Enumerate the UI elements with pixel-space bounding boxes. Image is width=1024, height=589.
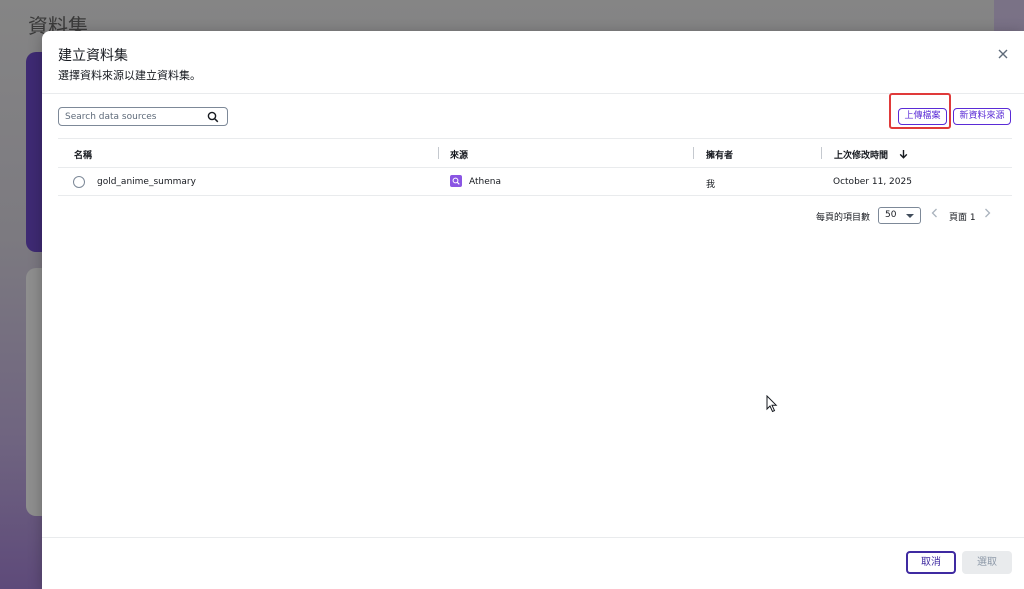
chevron-left-icon — [931, 208, 937, 218]
new-data-source-button[interactable]: 新資料來源 — [953, 108, 1011, 125]
divider — [42, 93, 1024, 94]
close-button[interactable] — [994, 45, 1012, 63]
last-modified-date: October 11, 2025 — [833, 177, 912, 187]
column-separator[interactable] — [821, 147, 822, 159]
column-header-source[interactable]: 來源 — [450, 148, 468, 161]
previous-page-button[interactable] — [931, 208, 938, 221]
data-source-name: Athena — [469, 177, 501, 187]
search-field[interactable] — [58, 107, 228, 126]
modal-title: 建立資料集 — [58, 48, 128, 64]
table-header: 名稱 來源 擁有者 上次修改時間 — [58, 139, 1012, 167]
upload-file-button[interactable]: 上傳檔案 — [898, 108, 947, 125]
modal-subtitle: 選擇資料來源以建立資料集。 — [58, 69, 201, 82]
dataset-name: gold_anime_summary — [97, 177, 196, 187]
row-select-radio[interactable] — [73, 176, 85, 188]
mouse-cursor-icon — [766, 395, 778, 413]
cancel-button[interactable]: 取消 — [906, 551, 956, 574]
divider — [42, 537, 1024, 538]
divider — [58, 195, 1012, 196]
column-header-last-modified-label: 上次修改時間 — [834, 151, 889, 161]
column-header-last-modified[interactable]: 上次修改時間 — [834, 148, 908, 161]
close-icon — [998, 49, 1008, 59]
select-button[interactable]: 選取 — [962, 551, 1012, 574]
athena-icon — [450, 175, 462, 187]
page-size-label: 每頁的項目數 — [816, 213, 871, 223]
column-header-name[interactable]: 名稱 — [74, 148, 92, 161]
create-dataset-modal: 建立資料集 選擇資料來源以建立資料集。 上傳檔案 新資料來源 名稱 來源 擁有者… — [42, 31, 1024, 589]
column-header-owner[interactable]: 擁有者 — [706, 148, 733, 161]
chevron-right-icon — [985, 208, 991, 218]
sort-descending-icon — [899, 150, 908, 159]
table-row[interactable]: gold_anime_summary Athena 我 October 11, … — [58, 168, 1012, 195]
next-page-button[interactable] — [984, 208, 991, 221]
search-input[interactable] — [65, 111, 205, 122]
column-separator[interactable] — [693, 147, 694, 159]
page-number: 頁面 1 — [949, 213, 976, 223]
column-separator[interactable] — [438, 147, 439, 159]
chevron-down-icon — [906, 214, 914, 218]
page-size-value: 50 — [885, 210, 897, 220]
page-size-select[interactable]: 50 — [878, 207, 921, 224]
search-icon — [207, 111, 219, 123]
owner: 我 — [706, 180, 716, 190]
